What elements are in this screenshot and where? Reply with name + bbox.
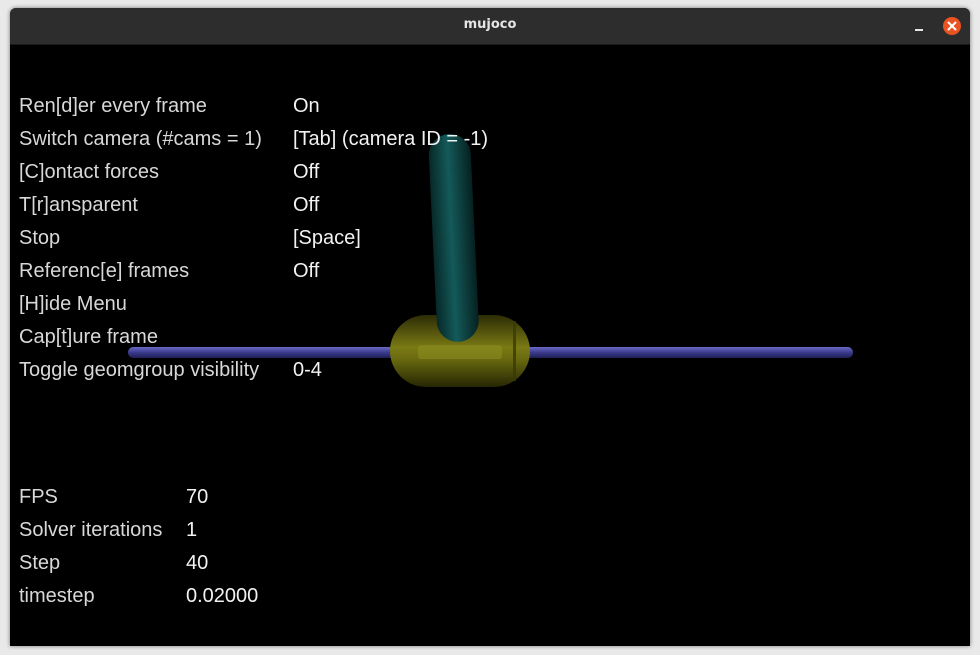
minimize-icon	[915, 29, 923, 31]
menu-value-stop: [Space]	[293, 227, 361, 249]
close-button[interactable]	[943, 17, 961, 35]
close-icon	[947, 21, 957, 31]
stat-value-solver-iterations: 1	[186, 519, 198, 541]
menu-label-geomgroup: Toggle geomgroup visibility	[19, 359, 260, 381]
stat-value-timestep: 0.02000	[186, 585, 259, 607]
stat-label-step: Step	[19, 552, 61, 574]
app-window: mujoco Ren[d]er every frame On Switch ca…	[10, 8, 970, 646]
menu-value-transparent: Off	[293, 194, 320, 216]
menu-label-capture-frame: Cap[t]ure frame	[19, 326, 158, 348]
pole-shape	[428, 134, 479, 342]
render-viewport[interactable]: Ren[d]er every frame On Switch camera (#…	[10, 45, 970, 646]
menu-label-switch-camera: Switch camera (#cams = 1)	[19, 128, 262, 150]
minimize-button[interactable]	[910, 16, 930, 36]
menu-label-contact-forces: [C]ontact forces	[19, 161, 160, 183]
stat-label-timestep: timestep	[19, 585, 95, 607]
stat-value-step: 40	[186, 552, 209, 574]
menu-value-geomgroup: 0-4	[293, 359, 322, 381]
menu-label-reference-frames: Referenc[e] frames	[19, 260, 190, 282]
menu-label-render: Ren[d]er every frame	[19, 95, 207, 117]
window-title: mujoco	[463, 17, 517, 32]
menu-value-reference-frames: Off	[293, 260, 320, 282]
menu-value-switch-camera: [Tab] (camera ID = -1)	[293, 128, 489, 150]
stat-label-fps: FPS	[19, 486, 58, 508]
menu-value-render: On	[293, 95, 320, 117]
menu-value-contact-forces: Off	[293, 161, 320, 183]
menu-label-stop: Stop	[19, 227, 61, 249]
menu-label-hide-menu: [H]ide Menu	[19, 293, 127, 315]
stat-label-solver-iterations: Solver iterations	[19, 519, 163, 541]
menu-label-transparent: T[r]ansparent	[19, 194, 138, 216]
title-bar[interactable]: mujoco	[10, 8, 970, 45]
stat-value-fps: 70	[186, 486, 209, 508]
